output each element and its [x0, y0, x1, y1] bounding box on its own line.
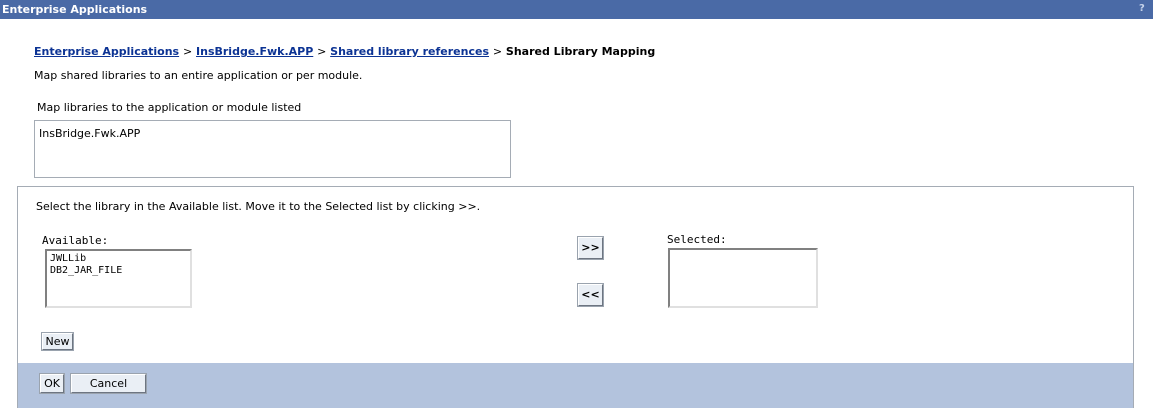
breadcrumb-separator: >: [182, 45, 193, 58]
remove-from-selected-button[interactable]: <<: [577, 283, 604, 307]
breadcrumb-link-shared-library-references[interactable]: Shared library references: [330, 45, 489, 58]
title-bar: Enterprise Applications ?: [0, 0, 1153, 19]
breadcrumb-separator: >: [492, 45, 503, 58]
breadcrumb-link-enterprise-applications[interactable]: Enterprise Applications: [34, 45, 179, 58]
button-footer: OK Cancel: [18, 363, 1133, 408]
add-to-selected-button[interactable]: >>: [577, 236, 604, 260]
breadcrumb-current-page: Shared Library Mapping: [505, 45, 656, 58]
library-selection-panel: Select the library in the Available list…: [17, 186, 1134, 408]
new-library-button[interactable]: New: [41, 332, 74, 351]
list-item[interactable]: DB2_JAR_FILE: [50, 265, 187, 277]
page-description: Map shared libraries to an entire applic…: [34, 69, 363, 82]
available-list-label: Available:: [42, 234, 109, 247]
title-bar-label: Enterprise Applications: [2, 3, 148, 16]
mapping-label: Map libraries to the application or modu…: [37, 101, 302, 114]
selected-list-label: Selected:: [667, 233, 727, 246]
ok-button[interactable]: OK: [39, 373, 65, 394]
selected-libraries-list[interactable]: [668, 248, 818, 308]
cancel-button[interactable]: Cancel: [70, 373, 147, 394]
breadcrumb: Enterprise Applications > InsBridge.Fwk.…: [34, 45, 655, 58]
question-mark-icon[interactable]: ?: [1139, 3, 1147, 15]
breadcrumb-separator: >: [317, 45, 327, 58]
application-module-box: InsBridge.Fwk.APP: [34, 120, 511, 178]
list-item[interactable]: JWLLib: [50, 253, 187, 265]
available-libraries-list[interactable]: JWLLib DB2_JAR_FILE: [45, 249, 192, 308]
application-module-name: InsBridge.Fwk.APP: [39, 127, 141, 140]
library-instruction: Select the library in the Available list…: [36, 200, 481, 213]
breadcrumb-link-application[interactable]: InsBridge.Fwk.APP: [196, 45, 313, 58]
